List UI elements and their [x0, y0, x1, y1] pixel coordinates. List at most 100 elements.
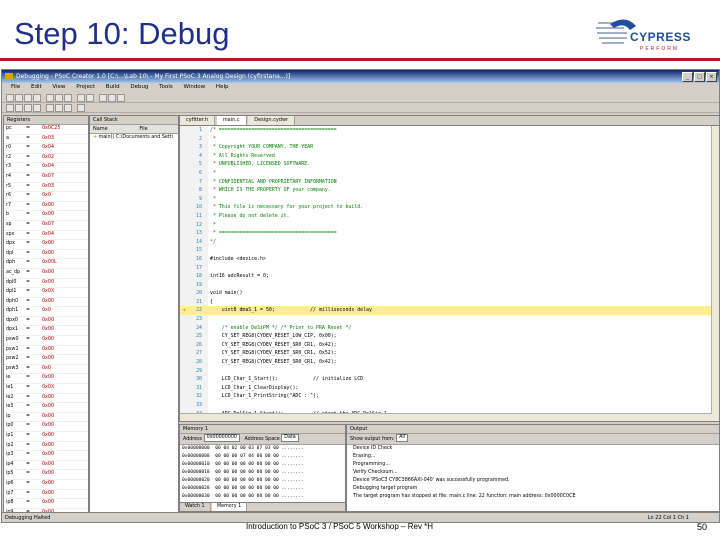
close-button[interactable]: × [706, 72, 717, 82]
output-log[interactable]: Device ID Check Erasing... Programming... V… [347, 445, 719, 501]
register-row[interactable]: ip7 = 0x00 [4, 490, 88, 500]
halt-icon[interactable] [15, 104, 23, 112]
menu-tools[interactable]: Tools [159, 83, 173, 92]
register-row[interactable]: r5 = 0x03 [4, 183, 88, 193]
tab-cyfitter-h[interactable]: cyfitter.h [180, 116, 216, 125]
register-row[interactable]: dpl = 0x00 [4, 250, 88, 260]
minimize-button[interactable]: _ [682, 72, 693, 82]
register-row[interactable]: ie = 0x00 [4, 374, 88, 385]
register-row[interactable]: r4 = 0x07 [4, 173, 88, 183]
register-row[interactable]: r2 = 0x02 [4, 154, 88, 164]
step-into-icon[interactable] [46, 104, 54, 112]
code-line[interactable]: 12 * [180, 221, 719, 230]
code-line[interactable]: 33 [180, 401, 719, 410]
tab-memory-1[interactable]: Memory 1 [212, 503, 248, 511]
code-line[interactable]: 1 /* ====================================… [180, 126, 719, 135]
register-row[interactable]: ie3 = 0x00 [4, 403, 88, 413]
code-line[interactable]: 21 { [180, 298, 719, 307]
register-row[interactable]: b = 0x00 [4, 211, 88, 221]
show-output-select[interactable]: All [396, 434, 409, 442]
memory-dump[interactable]: 0x00000000 00 04 02 00 03 07 03 00 .....… [180, 445, 345, 501]
editor-horizontal-scrollbar[interactable] [180, 413, 712, 421]
code-line[interactable]: 9 * [180, 195, 719, 204]
register-row[interactable]: dph = 0x00L [4, 259, 88, 269]
menu-project[interactable]: Project [76, 83, 95, 92]
register-row[interactable]: ip5 = 0x00 [4, 470, 88, 480]
register-row[interactable]: dpl1 = 0x0X [4, 288, 88, 298]
register-row[interactable]: a = 0x03 [4, 135, 88, 145]
code-line[interactable]: 15 [180, 246, 719, 255]
register-row[interactable]: ie2 = 0x00 [4, 394, 88, 404]
code-line[interactable]: 8 * WHICH IS THE PROPERTY OF your compan… [180, 186, 719, 195]
menu-help[interactable]: Help [216, 83, 229, 92]
code-line[interactable]: 14 */ [180, 238, 719, 247]
memory-row[interactable]: 0x00000010 00 00 00 00 00 00 00 00 .....… [180, 461, 345, 469]
code-line[interactable]: 24 /* enable DeSiPM */ /* Prior to PRA R… [180, 324, 719, 333]
code-line[interactable]: 29 [180, 367, 719, 376]
register-row[interactable]: ip2 = 0x00 [4, 442, 88, 452]
save-icon[interactable] [24, 94, 32, 102]
register-row[interactable]: dpx0 = 0x00 [4, 317, 88, 327]
tab-main-c[interactable]: main.c [216, 116, 247, 125]
code-line[interactable]: 23 [180, 315, 719, 324]
column-name[interactable]: Name [90, 125, 108, 133]
code-line[interactable]: 2 * [180, 135, 719, 144]
register-row[interactable]: spx = 0x04 [4, 231, 88, 241]
code-line[interactable]: 18 int16 adcResult = 0; [180, 272, 719, 281]
code-lines[interactable]: 1 /* ====================================… [180, 126, 719, 421]
code-line[interactable]: 27 CY_SET_REG8(CYDEV_RESET_SR0_CR1, 0x52… [180, 349, 719, 358]
register-row[interactable]: dpx = 0x00 [4, 240, 88, 250]
register-row[interactable]: r3 = 0x04 [4, 163, 88, 173]
register-row[interactable]: sp = 0x07 [4, 221, 88, 231]
code-line[interactable]: 4 * All Rights Reserved [180, 152, 719, 161]
memory-row[interactable]: 0x00000018 00 00 00 00 00 00 00 00 .....… [180, 469, 345, 477]
memory-row[interactable]: 0x00000020 00 00 00 00 00 00 00 00 .....… [180, 477, 345, 485]
code-line[interactable]: 19 [180, 281, 719, 290]
register-row[interactable]: r0 = 0x04 [4, 144, 88, 154]
column-file[interactable]: File [109, 125, 147, 133]
memory-row[interactable]: 0x00000030 00 00 00 00 00 00 00 00 .....… [180, 493, 345, 501]
code-line[interactable]: 32 LCD_Char_1_PrintString("ADC : "); [180, 392, 719, 401]
open-folder-icon[interactable] [15, 94, 23, 102]
breakpoint-icon[interactable] [77, 104, 85, 112]
code-line[interactable]: 31 LCD_Char_1_ClearDisplay(); [180, 384, 719, 393]
program-icon[interactable] [108, 94, 116, 102]
reset-icon[interactable] [33, 104, 41, 112]
register-row[interactable]: ip = 0x00 [4, 413, 88, 423]
register-row[interactable]: ie1 = 0x0X [4, 384, 88, 394]
code-line[interactable]: 10 * This file is necessary for your pro… [180, 203, 719, 212]
code-line[interactable]: 28 CY_SET_REG8(CYDEV_RESET_SR0_CR1, 0x42… [180, 358, 719, 367]
register-row[interactable]: dph1 = 0x0 [4, 307, 88, 317]
register-row[interactable]: dpx1 = 0x00 [4, 326, 88, 337]
build-icon[interactable] [99, 94, 107, 102]
current-code-line[interactable]: ➜ 22 uint8 dmaS_1 = 50; // milliseconds d… [180, 306, 719, 316]
register-row[interactable]: ip1 = 0x00 [4, 432, 88, 442]
register-row[interactable]: ac_dp = 0x00 [4, 269, 88, 279]
register-row[interactable]: dpl0 = 0x00 [4, 279, 88, 289]
memory-row[interactable]: 0x00000008 00 00 00 07 04 00 00 00 .....… [180, 453, 345, 461]
menu-debug[interactable]: Debug [130, 83, 148, 92]
register-row[interactable]: r6 = 0x0 [4, 192, 88, 202]
memory-row[interactable]: 0x00000028 00 00 00 00 00 00 00 00 .....… [180, 485, 345, 493]
code-line[interactable]: 6 * [180, 169, 719, 178]
code-line[interactable]: 25 CY_SET_REG8(CYDEV_RESET_LOW_CIP, 0x00… [180, 332, 719, 341]
continue-icon[interactable] [6, 104, 14, 112]
address-input[interactable]: 0x00000000 [203, 434, 240, 442]
code-line[interactable]: 13 * ===================================… [180, 229, 719, 238]
register-row[interactable]: r7 = 0x00 [4, 202, 88, 212]
menu-view[interactable]: View [52, 83, 65, 92]
code-line[interactable]: 5 * UNPUBLISHED, LICENSED SOFTWARE. [180, 160, 719, 169]
undo-icon[interactable] [77, 94, 85, 102]
register-row[interactable]: psw2 = 0x00 [4, 355, 88, 365]
menu-file[interactable]: File [11, 83, 20, 92]
menu-window[interactable]: Window [183, 83, 205, 92]
register-row[interactable]: ip6 = 0x00 [4, 480, 88, 490]
address-space-select[interactable]: Data [281, 434, 299, 442]
cut-icon[interactable] [46, 94, 54, 102]
menu-edit[interactable]: Edit [31, 83, 42, 92]
code-line[interactable]: 30 LCD_Char_1_Start(); // initialize LCD [180, 375, 719, 384]
memory-row[interactable]: 0x00000000 00 04 02 00 03 07 03 00 .....… [180, 445, 345, 453]
debug-icon[interactable] [117, 94, 125, 102]
new-file-icon[interactable] [6, 94, 14, 102]
code-line[interactable]: 7 * CONFIDENTIAL AND PROPRIETARY INFORMA… [180, 178, 719, 187]
